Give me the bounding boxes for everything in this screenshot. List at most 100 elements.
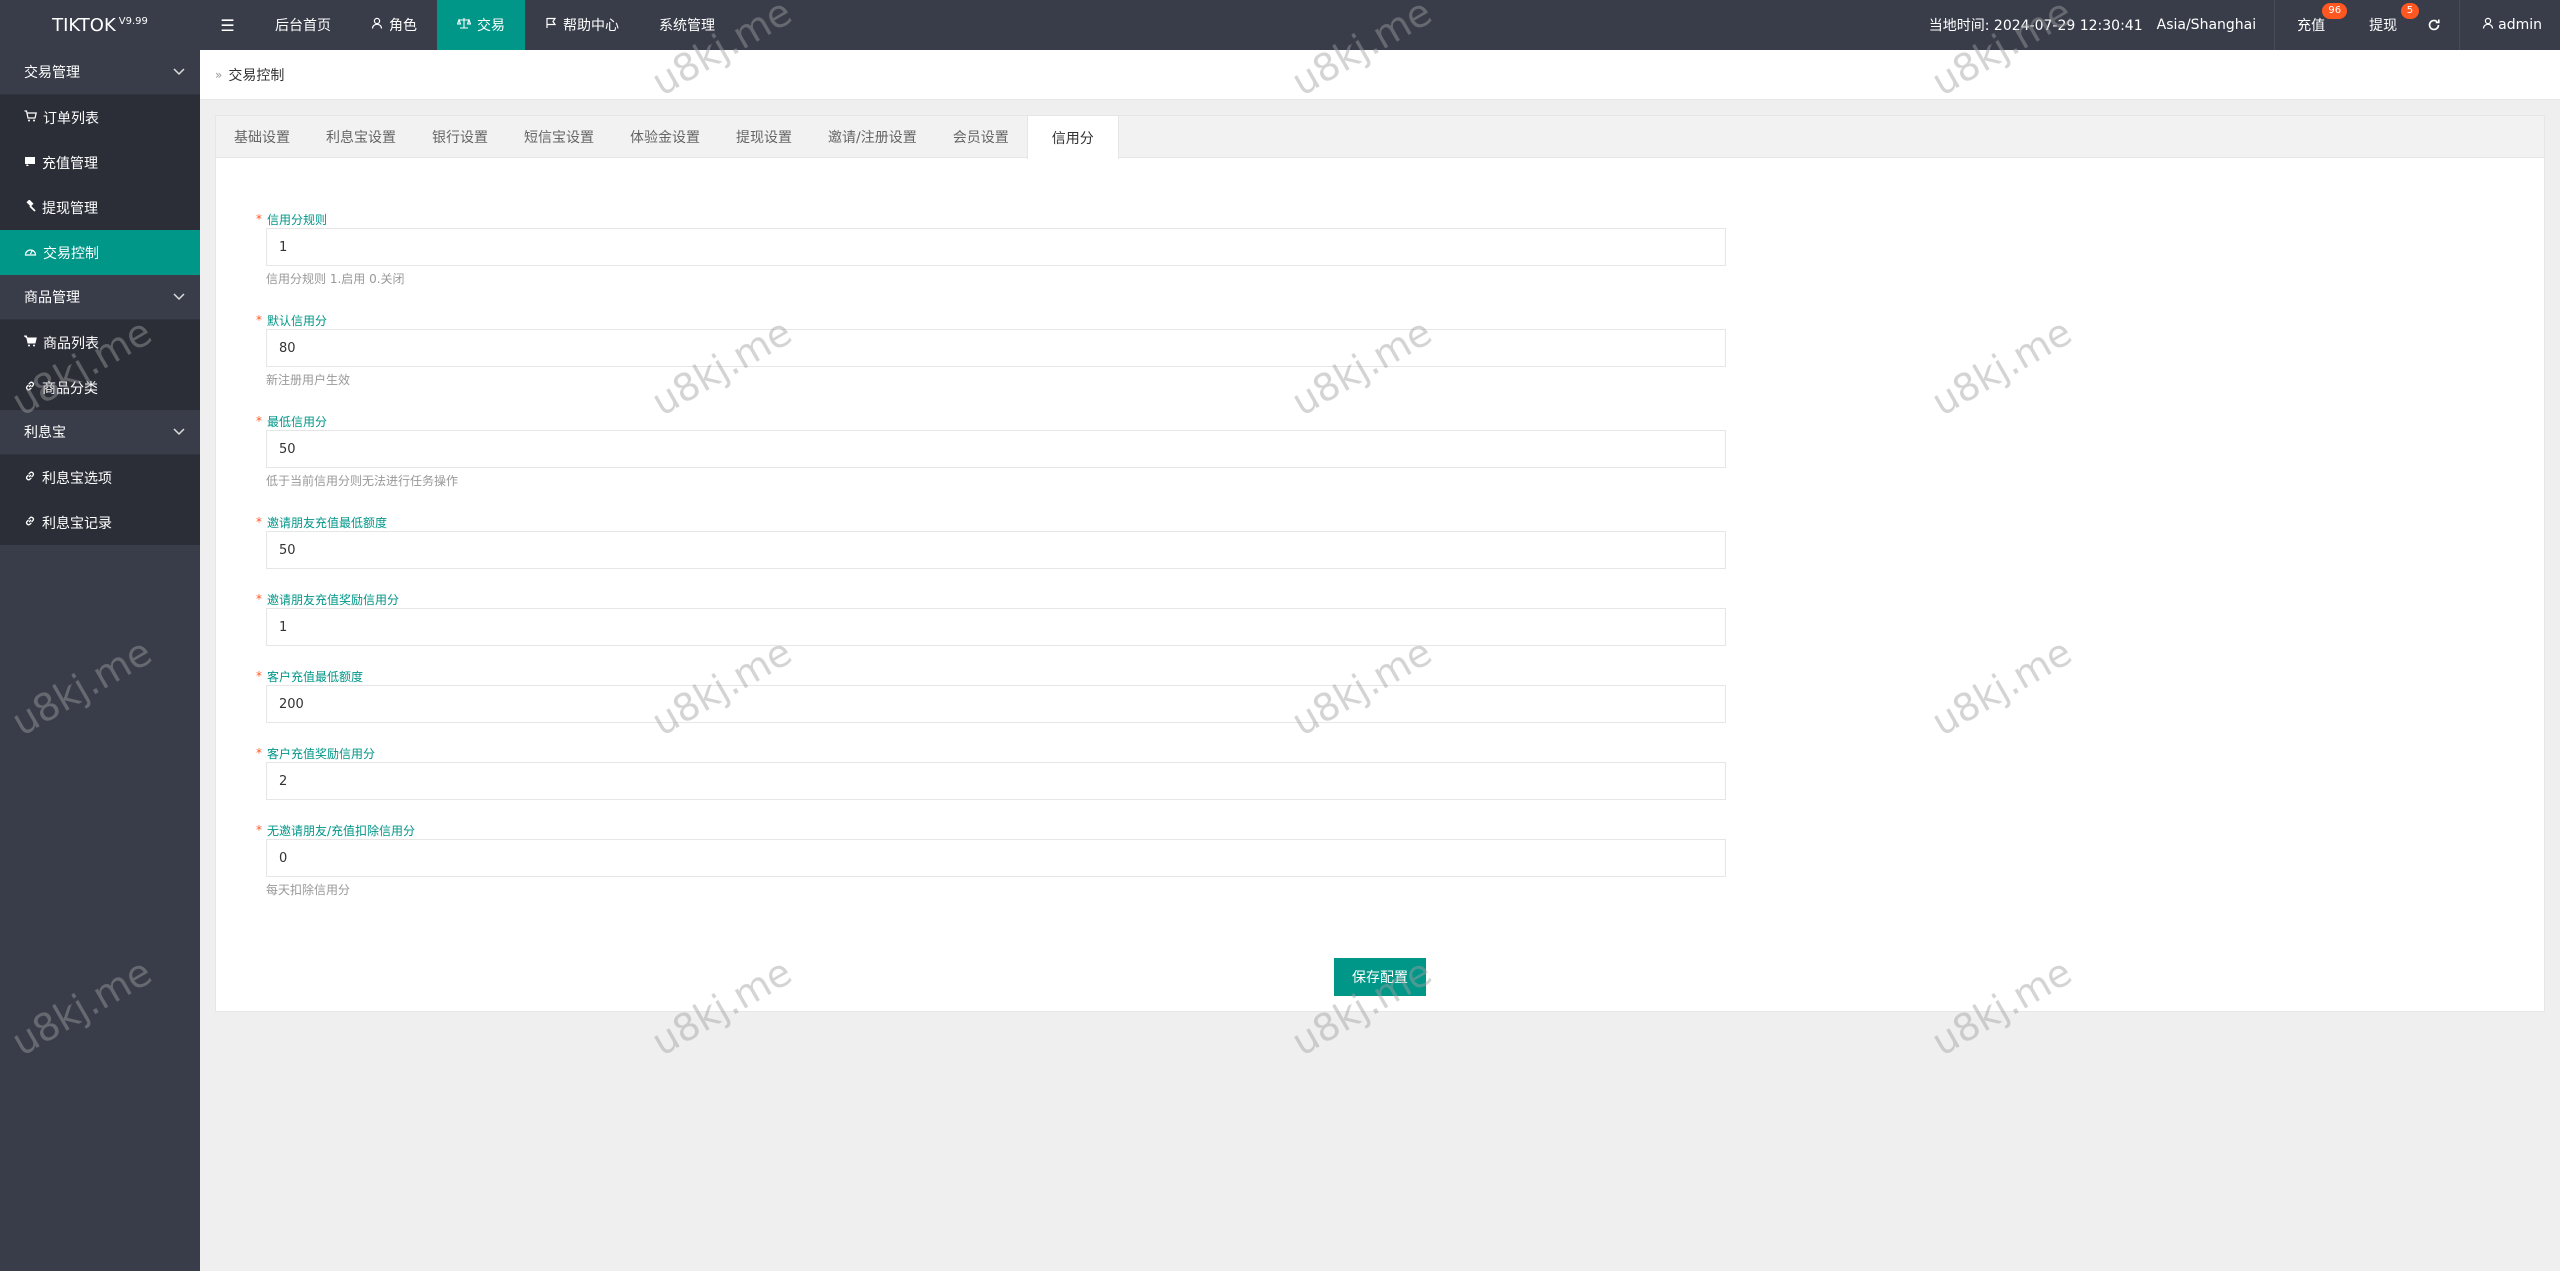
nav-item-trade[interactable]: 交易 <box>437 0 525 50</box>
tab-basic[interactable]: 基础设置 <box>216 116 308 158</box>
link-icon <box>24 380 36 396</box>
settings-card: 基础设置 利息宝设置 银行设置 短信宝设置 体验金设置 提现设置 邀请/注册设置… <box>215 115 2545 1012</box>
field-label-text: 无邀请朋友/充值扣除信用分 <box>267 823 416 838</box>
field-label: * 邀请朋友充值最低额度 <box>256 513 1726 531</box>
invite-min-recharge-input[interactable] <box>266 531 1726 569</box>
required-mark: * <box>256 212 262 226</box>
chevron-down-icon <box>173 290 185 304</box>
field-label-text: 客户充值奖励信用分 <box>267 746 376 761</box>
form-field: * 邀请朋友充值奖励信用分 <box>256 590 1726 667</box>
required-mark: * <box>256 823 262 837</box>
sidebar-group-interest[interactable]: 利息宝 <box>0 410 200 455</box>
sidebar-item-label: 订单列表 <box>43 110 99 127</box>
field-label: * 默认信用分 <box>256 311 1726 329</box>
required-mark: * <box>256 669 262 683</box>
link-icon <box>24 515 36 531</box>
double-chevron-right-icon: » <box>215 67 223 82</box>
top-nav: 后台首页 角色 交易 帮助中心 系统管理 <box>255 0 735 50</box>
version-label: V9.99 <box>118 15 148 27</box>
logo-text: TIKTOK <box>52 14 116 36</box>
sidebar-item-interest-records[interactable]: 利息宝记录 <box>0 500 200 545</box>
breadcrumb: » 交易控制 <box>200 50 2560 100</box>
timezone-text: Asia/Shanghai <box>2156 17 2257 33</box>
sidebar-item-withdraw[interactable]: 提现管理 <box>0 185 200 230</box>
tab-interest[interactable]: 利息宝设置 <box>308 116 414 158</box>
tab-invite-register[interactable]: 邀请/注册设置 <box>810 116 935 158</box>
menu-icon[interactable]: ☰ <box>200 0 255 50</box>
sidebar-item-trade-control[interactable]: 交易控制 <box>0 230 200 275</box>
tab-withdraw[interactable]: 提现设置 <box>718 116 810 158</box>
link-icon <box>24 470 36 486</box>
form-field: * 最低信用分 低于当前信用分则无法进行任务操作 <box>256 412 1726 513</box>
sidebar-group-trade[interactable]: 交易管理 <box>0 50 200 95</box>
scale-icon <box>456 17 472 33</box>
sidebar-item-orders[interactable]: 订单列表 <box>0 95 200 140</box>
required-mark: * <box>256 313 262 327</box>
withdraw-badge: 5 <box>2400 3 2420 19</box>
sidebar-item-label: 利息宝记录 <box>42 515 112 532</box>
tab-member[interactable]: 会员设置 <box>935 116 1027 158</box>
field-label-text: 邀请朋友充值最低额度 <box>267 515 388 530</box>
field-label: * 邀请朋友充值奖励信用分 <box>256 590 1726 608</box>
field-label: * 客户充值最低额度 <box>256 667 1726 685</box>
header-right: 当地时间: 2024-07-29 12:30:41 Asia/Shanghai … <box>1911 0 2560 50</box>
refresh-icon[interactable] <box>2423 0 2459 50</box>
form-field: * 无邀请朋友/充值扣除信用分 每天扣除信用分 <box>256 821 1726 922</box>
default-credit-input[interactable] <box>266 329 1726 367</box>
tab-sms[interactable]: 短信宝设置 <box>506 116 612 158</box>
nav-item-role[interactable]: 角色 <box>351 0 437 50</box>
tab-credit-score[interactable]: 信用分 <box>1026 116 1119 159</box>
credit-score-form: * 信用分规则 信用分规则 1.启用 0.关闭 * 默认信用分 新注册用户生效 * 最… <box>256 210 1726 922</box>
field-hint: 低于当前信用分则无法进行任务操作 <box>266 474 459 488</box>
sidebar-item-goods-list[interactable]: 商品列表 <box>0 320 200 365</box>
sidebar-item-label: 商品列表 <box>43 335 99 352</box>
withdraw-label: 提现 <box>2369 18 2398 34</box>
sidebar-item-goods-category[interactable]: 商品分类 <box>0 365 200 410</box>
credit-rule-input[interactable] <box>266 228 1726 266</box>
recharge-button[interactable]: 充值 96 <box>2275 0 2351 50</box>
sidebar-item-interest-options[interactable]: 利息宝选项 <box>0 455 200 500</box>
form-field: * 客户充值最低额度 <box>256 667 1726 744</box>
sidebar-item-recharge[interactable]: 充值管理 <box>0 140 200 185</box>
nav-label: 交易 <box>477 18 505 34</box>
field-label-text: 客户充值最低额度 <box>267 669 364 684</box>
nav-item-help[interactable]: 帮助中心 <box>525 0 639 50</box>
tab-trial-fund[interactable]: 体验金设置 <box>612 116 718 158</box>
customer-min-recharge-input[interactable] <box>266 685 1726 723</box>
cart-icon <box>23 335 37 351</box>
field-hint: 新注册用户生效 <box>266 373 351 387</box>
field-label: * 客户充值奖励信用分 <box>256 744 1726 762</box>
logo[interactable]: TIKTOK V9.99 <box>0 0 200 50</box>
invite-reward-credit-input[interactable] <box>266 608 1726 646</box>
field-label: * 信用分规则 <box>256 210 1726 228</box>
deduct-credit-input[interactable] <box>266 839 1726 877</box>
form-field: * 邀请朋友充值最低额度 <box>256 513 1726 590</box>
gavel-icon <box>24 198 36 216</box>
field-label: * 无邀请朋友/充值扣除信用分 <box>256 821 1726 839</box>
nav-item-home[interactable]: 后台首页 <box>255 0 351 50</box>
breadcrumb-current[interactable]: 交易控制 <box>228 65 284 85</box>
save-config-button[interactable]: 保存配置 <box>1334 958 1426 996</box>
group-label: 交易管理 <box>24 65 80 81</box>
required-mark: * <box>256 592 262 606</box>
nav-label: 帮助中心 <box>563 18 619 34</box>
time-text: 当地时间: 2024-07-29 12:30:41 <box>1928 18 2143 34</box>
customer-reward-credit-input[interactable] <box>266 762 1726 800</box>
recharge-badge: 96 <box>2322 3 2348 19</box>
tab-bank[interactable]: 银行设置 <box>414 116 506 158</box>
field-hint: 每天扣除信用分 <box>266 883 351 897</box>
sidebar-item-label: 交易控制 <box>43 245 99 262</box>
withdraw-button[interactable]: 提现 5 <box>2351 0 2423 50</box>
field-label-text: 信用分规则 <box>267 212 328 227</box>
user-menu[interactable]: admin <box>2460 0 2560 50</box>
required-mark: * <box>256 414 262 428</box>
form-field: * 默认信用分 新注册用户生效 <box>256 311 1726 412</box>
form-field: * 客户充值奖励信用分 <box>256 744 1726 821</box>
sidebar-group-goods[interactable]: 商品管理 <box>0 275 200 320</box>
required-mark: * <box>256 746 262 760</box>
field-label: * 最低信用分 <box>256 412 1726 430</box>
nav-item-system[interactable]: 系统管理 <box>639 0 735 50</box>
min-credit-input[interactable] <box>266 430 1726 468</box>
group-label: 商品管理 <box>24 290 80 306</box>
sidebar-item-label: 提现管理 <box>42 200 98 217</box>
